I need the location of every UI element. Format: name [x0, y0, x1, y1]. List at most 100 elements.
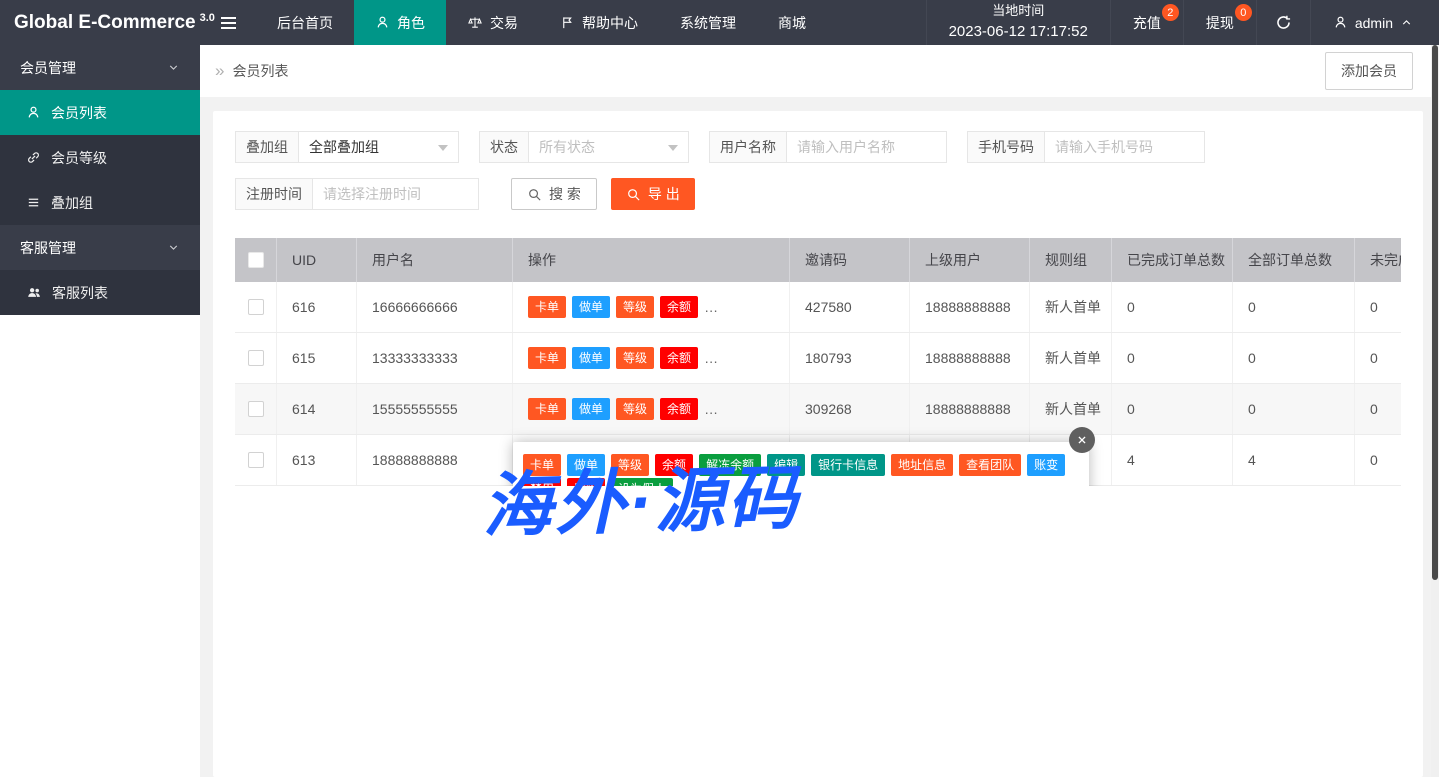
sidebar-item-label: 叠加组 [51, 193, 93, 213]
app-version: 3.0 [200, 12, 215, 24]
menu-bar [221, 22, 236, 24]
action-balance-button[interactable]: 余额 [660, 347, 698, 369]
table-row: 614 15555555555 卡单 做单 等级 余额 … 309268 188… [235, 384, 1401, 435]
cell-uid: 615 [277, 333, 357, 383]
action-card-order-button[interactable]: 卡单 [523, 454, 561, 476]
row-checkbox[interactable] [248, 401, 264, 417]
users-icon [26, 285, 42, 300]
register-time-label: 注册时间 [235, 178, 313, 210]
member-list-card: 叠加组 全部叠加组 状态 所有状态 用户名称 [213, 111, 1423, 777]
action-level-button[interactable]: 等级 [616, 398, 654, 420]
filter-phone: 手机号码 [967, 131, 1205, 163]
action-balance-button[interactable]: 余额 [655, 454, 693, 476]
sidebar-item-label: 会员列表 [51, 103, 107, 123]
action-do-order-button[interactable]: 做单 [572, 398, 610, 420]
menu-bar [221, 27, 236, 29]
action-card-order-button[interactable]: 卡单 [528, 296, 566, 318]
refresh-icon[interactable] [1256, 0, 1310, 45]
register-time-input[interactable] [313, 178, 479, 210]
action-do-order-button[interactable]: 做单 [567, 454, 605, 476]
nav-item-trade[interactable]: 交易 [446, 0, 539, 45]
cell-invite-code: 427580 [790, 282, 910, 332]
action-address-info-button[interactable]: 地址信息 [891, 454, 953, 476]
list-icon [26, 195, 41, 210]
status-select[interactable]: 所有状态 [529, 131, 689, 163]
cell-total: 4 [1233, 435, 1355, 485]
sidebar: 会员管理 会员列表 会员等级 叠加组 客服管理 [0, 45, 200, 315]
sidebar-item-member-level[interactable]: 会员等级 [0, 135, 200, 180]
more-actions-button[interactable]: … [704, 350, 719, 366]
action-level-button[interactable]: 等级 [616, 347, 654, 369]
select-all-checkbox[interactable] [248, 252, 264, 268]
withdraw-label: 提现 [1206, 13, 1234, 33]
nav-item-mall[interactable]: 商城 [757, 0, 827, 45]
nav-item-label: 系统管理 [680, 13, 736, 33]
action-disable-button[interactable]: 禁用 [523, 478, 561, 486]
sidebar-group-label: 会员管理 [20, 58, 76, 78]
username-label: 用户名称 [709, 131, 787, 163]
cell-parent-user: 18888888888 [910, 333, 1030, 383]
action-card-order-button[interactable]: 卡单 [528, 398, 566, 420]
table-row: 615 13333333333 卡单 做单 等级 余额 … 180793 188… [235, 333, 1401, 384]
admin-username: admin [1355, 15, 1393, 31]
add-member-button[interactable]: 添加会员 [1325, 52, 1413, 90]
cell-completed: 0 [1112, 384, 1233, 434]
action-account-change-button[interactable]: 账变 [1027, 454, 1065, 476]
chevron-down-icon [167, 241, 180, 254]
local-time-label: 当地时间 [992, 2, 1044, 21]
action-balance-button[interactable]: 余额 [660, 398, 698, 420]
cell-completed: 4 [1112, 435, 1233, 485]
action-unfreeze-balance-button[interactable]: 解冻余额 [699, 454, 761, 476]
action-do-order-button[interactable]: 做单 [572, 347, 610, 369]
username-input[interactable] [787, 131, 947, 163]
cell-total: 0 [1233, 384, 1355, 434]
sidebar-item-stack-group[interactable]: 叠加组 [0, 180, 200, 225]
nav-item-roles[interactable]: 角色 [354, 0, 446, 45]
admin-menu[interactable]: admin [1310, 0, 1439, 45]
actions-popup: 卡单 做单 等级 余额 解冻余额 编辑 银行卡信息 地址信息 查看团队 账变 [513, 442, 1089, 486]
row-checkbox[interactable] [248, 299, 264, 315]
action-view-team-button[interactable]: 查看团队 [959, 454, 1021, 476]
action-edit-button[interactable]: 编辑 [767, 454, 805, 476]
action-delete-button[interactable]: 删除 [567, 478, 605, 486]
caret-down-icon [438, 145, 448, 151]
withdraw-button[interactable]: 提现 0 [1183, 0, 1256, 45]
nav-item-label: 交易 [490, 13, 518, 33]
action-balance-button[interactable]: 余额 [660, 296, 698, 318]
close-icon[interactable] [1069, 427, 1095, 453]
scales-icon [467, 15, 483, 30]
sidebar-group-member-management[interactable]: 会员管理 [0, 45, 200, 90]
action-card-order-button[interactable]: 卡单 [528, 347, 566, 369]
scrollbar-thumb[interactable] [1432, 45, 1438, 580]
row-checkbox[interactable] [248, 350, 264, 366]
sidebar-group-service-management[interactable]: 客服管理 [0, 225, 200, 270]
status-label: 状态 [479, 131, 529, 163]
column-header-uid: UID [277, 238, 357, 282]
nav-item-help-center[interactable]: 帮助中心 [539, 0, 659, 45]
row-checkbox[interactable] [248, 452, 264, 468]
local-time-value: 2023-06-12 17:17:52 [949, 21, 1088, 43]
nav-item-label: 商城 [778, 13, 806, 33]
more-actions-button[interactable]: … [704, 401, 719, 417]
recharge-button[interactable]: 充值 2 [1110, 0, 1183, 45]
search-button-label: 搜 索 [549, 184, 581, 204]
phone-input[interactable] [1045, 131, 1205, 163]
sidebar-item-service-list[interactable]: 客服列表 [0, 270, 200, 315]
export-button[interactable]: 导 出 [611, 178, 695, 210]
action-bank-card-info-button[interactable]: 银行卡信息 [811, 454, 885, 476]
search-button[interactable]: 搜 索 [511, 178, 597, 210]
action-set-fake-user-button[interactable]: 设为假人 [611, 478, 673, 486]
caret-down-icon [668, 145, 678, 151]
column-header-total: 全部订单总数 [1233, 238, 1355, 282]
stack-group-select[interactable]: 全部叠加组 [299, 131, 459, 163]
more-actions-button[interactable]: … [704, 299, 719, 315]
sidebar-item-member-list[interactable]: 会员列表 [0, 90, 200, 135]
nav-item-system[interactable]: 系统管理 [659, 0, 757, 45]
action-do-order-button[interactable]: 做单 [572, 296, 610, 318]
action-level-button[interactable]: 等级 [611, 454, 649, 476]
topbar-right: 当地时间 2023-06-12 17:17:52 充值 2 提现 0 admin [926, 0, 1439, 45]
cell-rule-group: 新人首单 [1030, 282, 1112, 332]
action-level-button[interactable]: 等级 [616, 296, 654, 318]
top-nav: 后台首页 角色 交易 帮助中心 系统管理 [256, 0, 827, 45]
nav-item-dashboard[interactable]: 后台首页 [256, 0, 354, 45]
